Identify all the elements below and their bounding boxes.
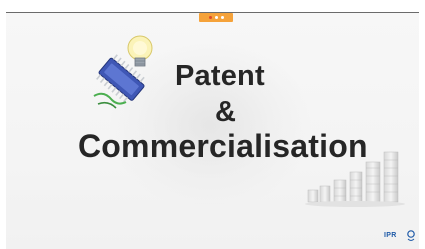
badge-dot xyxy=(208,16,212,19)
circuit-board-lightbulb-icon xyxy=(93,35,153,109)
coin-stacks-icon xyxy=(305,151,405,207)
slide-title-ampersand: & xyxy=(215,96,237,128)
video-frame: Patent & Commercialisation IPR xyxy=(0,0,425,249)
logo-text: IPR xyxy=(384,232,397,239)
slide-indicator-badge xyxy=(199,13,233,22)
badge-dot xyxy=(214,16,218,19)
badge-dot xyxy=(220,16,224,19)
slide-title-line-1: Patent xyxy=(175,60,265,92)
